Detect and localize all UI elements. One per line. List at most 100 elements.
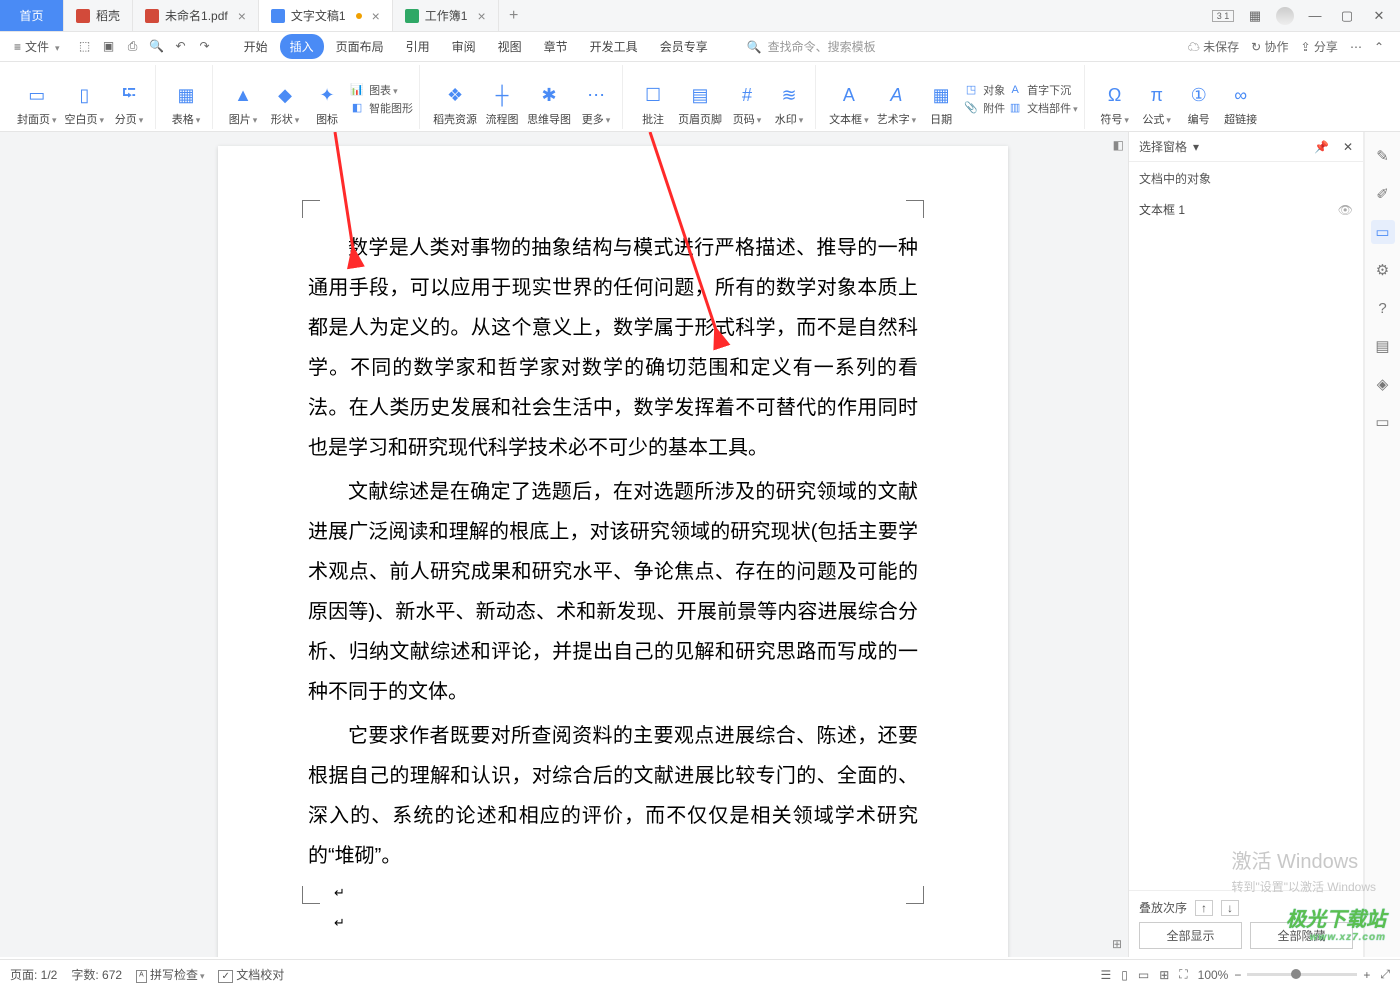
close-icon[interactable]: × [238, 8, 246, 24]
flowchart-button[interactable]: ┼流程图 [482, 81, 522, 129]
minimize-button[interactable]: — [1304, 8, 1326, 23]
view-outline-icon[interactable]: ☰ [1100, 968, 1111, 982]
page-break-button[interactable]: ⮓分页 [109, 81, 149, 129]
layout-icon[interactable]: 3 1 [1212, 10, 1234, 22]
icons-button[interactable]: ✦图标 [307, 81, 347, 129]
tab-chapter[interactable]: 章节 [534, 34, 578, 59]
spellcheck-button[interactable]: ᴬ 拼写检查 [136, 966, 204, 983]
header-footer-button[interactable]: ▤页眉页脚 [675, 81, 725, 129]
word-count[interactable]: 字数: 672 [71, 966, 122, 983]
rail-diamond-icon[interactable]: ◈ [1371, 372, 1395, 396]
rail-settings-icon[interactable]: ⚙ [1371, 258, 1395, 282]
image-button[interactable]: ▲图片 [223, 81, 263, 129]
date-button[interactable]: ▦日期 [921, 81, 961, 129]
proofread-button[interactable]: ✓ 文档校对 [218, 966, 284, 983]
watermark-button[interactable]: ≋水印 [769, 81, 809, 129]
tab-view[interactable]: 视图 [488, 34, 532, 59]
view-page-icon[interactable]: ▯ [1121, 968, 1128, 982]
attachment-button[interactable]: 📎附件 [963, 100, 1005, 116]
search-box[interactable]: 🔍 查找命令、搜索模板 [740, 35, 883, 58]
chart-button[interactable]: 📊图表 [349, 82, 413, 98]
tab-layout[interactable]: 页面布局 [326, 34, 394, 59]
avatar-icon[interactable] [1276, 7, 1294, 25]
table-button[interactable]: ▦表格 [166, 81, 206, 129]
comment-button[interactable]: ☐批注 [633, 81, 673, 129]
dropcap-button[interactable]: A首字下沉 [1007, 82, 1078, 98]
pin-icon[interactable]: 📌 [1314, 140, 1329, 154]
expand-icon[interactable]: ⤢ [1380, 967, 1390, 982]
numbering-button[interactable]: ①编号 [1179, 81, 1219, 129]
tab-home[interactable]: 首页 [0, 0, 64, 31]
file-menu[interactable]: ≡文件 [8, 38, 66, 55]
tab-pdf[interactable]: 未命名1.pdf × [133, 0, 259, 31]
symbol-button[interactable]: Ω符号 [1095, 81, 1135, 129]
visibility-icon[interactable]: 👁 [1338, 203, 1353, 217]
document-text[interactable]: 数学是人类对事物的抽象结构与模式进行严格描述、推导的一种通用手段，可以应用于现实… [308, 228, 918, 940]
tab-start[interactable]: 开始 [234, 34, 278, 59]
page-number-button[interactable]: #页码 [727, 81, 767, 129]
rail-select-icon[interactable]: ▭ [1371, 220, 1395, 244]
move-down-button[interactable]: ↓ [1221, 900, 1239, 916]
maximize-button[interactable]: ▢ [1336, 8, 1358, 24]
tab-sheet[interactable]: 工作簿1 × [393, 0, 499, 31]
page-indicator[interactable]: 页面: 1/2 [10, 966, 57, 983]
rail-style-icon[interactable]: ✎ [1371, 144, 1395, 168]
object-button[interactable]: ◳对象 [963, 82, 1005, 98]
zoom-out-button[interactable]: − [1234, 968, 1241, 982]
rail-book-icon[interactable]: ▭ [1371, 410, 1395, 434]
tab-word-active[interactable]: 文字文稿1 × [259, 0, 393, 31]
rail-pen-icon[interactable]: ✐ [1371, 182, 1395, 206]
more-button[interactable]: ⋯更多 [576, 81, 616, 129]
resources-button[interactable]: ❖稻壳资源 [430, 81, 480, 129]
shapes-button[interactable]: ◆形状 [265, 81, 305, 129]
move-up-button[interactable]: ↑ [1195, 900, 1213, 916]
zoom-in-button[interactable]: + [1363, 968, 1370, 982]
dropdown-icon[interactable]: ▾ [1193, 140, 1199, 154]
document-page[interactable]: 数学是人类对事物的抽象结构与模式进行严格描述、推导的一种通用手段，可以应用于现实… [218, 146, 1008, 957]
tab-insert[interactable]: 插入 [280, 34, 324, 59]
paragraph[interactable]: 文献综述是在确定了选题后，在对选题所涉及的研究领域的文献进展广泛阅读和理解的根底… [308, 472, 918, 712]
page-settings-icon[interactable]: ⊞ [1112, 937, 1122, 951]
wordart-button[interactable]: A艺术字 [874, 81, 920, 129]
zoom-slider[interactable] [1247, 973, 1357, 976]
object-item[interactable]: 文本框 1 👁 [1129, 195, 1363, 224]
qat-undo-icon[interactable]: ↶ [172, 39, 190, 54]
document-area[interactable]: ◧ 数学是人类对事物的抽象结构与模式进行严格描述、推导的一种通用手段，可以应用于… [0, 132, 1129, 957]
add-tab-button[interactable]: + [499, 0, 529, 31]
tab-review[interactable]: 审阅 [442, 34, 486, 59]
close-icon[interactable]: × [477, 8, 485, 24]
ruler-toggle-icon[interactable]: ◧ [1113, 138, 1124, 152]
rail-note-icon[interactable]: ▤ [1371, 334, 1395, 358]
close-window-button[interactable]: ✕ [1368, 8, 1390, 24]
fullscreen-icon[interactable]: ⛶ [1179, 967, 1187, 982]
mindmap-button[interactable]: ✱思维导图 [524, 81, 574, 129]
view-read-icon[interactable]: ▭ [1138, 968, 1149, 982]
share-button[interactable]: ⇪ 分享 [1301, 38, 1338, 55]
qat-print-icon[interactable]: ⎙ [124, 39, 142, 54]
equation-button[interactable]: π公式 [1137, 81, 1177, 129]
apps-icon[interactable]: ▦ [1244, 8, 1266, 24]
coop-button[interactable]: ↻ 协作 [1251, 38, 1288, 55]
tab-vip[interactable]: 会员专享 [650, 34, 718, 59]
tab-references[interactable]: 引用 [396, 34, 440, 59]
close-icon[interactable]: × [372, 8, 380, 24]
qat-new-icon[interactable]: ⬚ [76, 39, 94, 54]
tab-daoke[interactable]: 稻壳 [64, 0, 133, 31]
qat-preview-icon[interactable]: 🔍 [148, 39, 166, 54]
paragraph[interactable]: 它要求作者既要对所查阅资料的主要观点进展综合、陈述，还要根据自己的理解和认识，对… [308, 716, 918, 876]
paragraph[interactable]: 数学是人类对事物的抽象结构与模式进行严格描述、推导的一种通用手段，可以应用于现实… [308, 228, 918, 468]
rail-help-icon[interactable]: ? [1371, 296, 1395, 320]
close-panel-icon[interactable]: ✕ [1343, 140, 1353, 154]
docparts-button[interactable]: ▥文档部件 [1007, 100, 1078, 116]
textbox-button[interactable]: A文本框 [826, 81, 872, 129]
view-web-icon[interactable]: ⊞ [1159, 968, 1169, 982]
show-all-button[interactable]: 全部显示 [1139, 922, 1242, 949]
unsaved-badge[interactable]: ☁ 未保存 [1188, 38, 1239, 55]
collapse-ribbon-icon[interactable]: ⌃ [1374, 40, 1384, 54]
tab-dev[interactable]: 开发工具 [580, 34, 648, 59]
qat-open-icon[interactable]: ▣ [100, 39, 118, 54]
smartart-button[interactable]: ◧智能图形 [349, 100, 413, 116]
cover-page-button[interactable]: ▭封面页 [14, 81, 60, 129]
zoom-control[interactable]: 100% − + [1198, 968, 1371, 982]
qat-redo-icon[interactable]: ↷ [196, 39, 214, 54]
